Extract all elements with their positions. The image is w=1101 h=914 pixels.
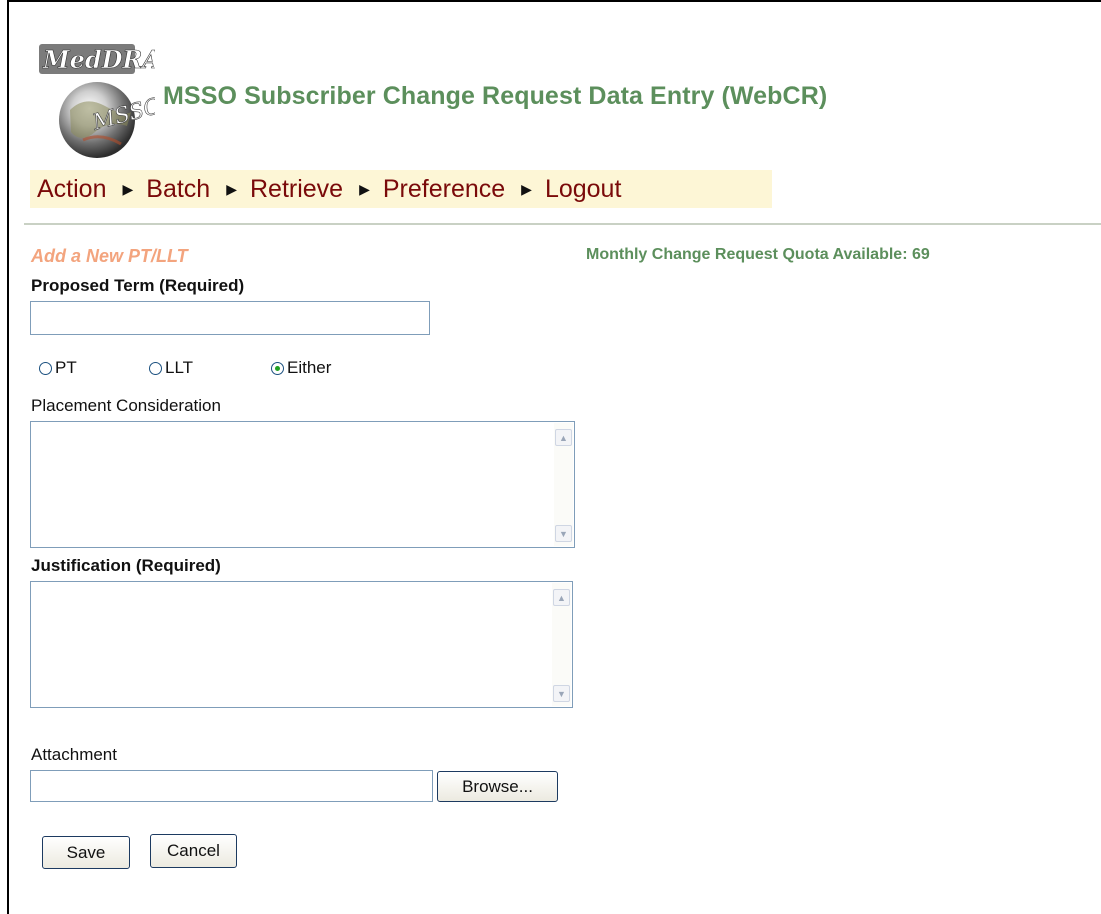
app-title: MSSO Subscriber Change Request Data Entr… (163, 82, 828, 110)
placement-label: Placement Consideration (31, 396, 221, 415)
cancel-button[interactable]: Cancel (150, 834, 237, 868)
term-type-radio-group: PT LLT Either (39, 356, 331, 380)
radio-llt-label: LLT (165, 358, 194, 377)
radio-pt-label: PT (55, 358, 77, 377)
attachment-input[interactable] (30, 770, 433, 802)
scroll-up-icon[interactable]: ▲ (555, 429, 572, 446)
section-title: Add a New PT/LLT (31, 246, 188, 266)
nav-logout[interactable]: Logout (545, 175, 621, 204)
meddra-logo: MedDRA MSSO (39, 44, 155, 158)
proposed-term-label: Proposed Term (Required) (31, 276, 245, 295)
justification-textarea[interactable]: ▲ ▼ (30, 581, 573, 708)
triangle-right-icon: ▶ (226, 180, 237, 197)
radio-pt-circle[interactable] (39, 361, 52, 375)
nav-batch[interactable]: Batch (146, 175, 210, 204)
proposed-term-input[interactable] (30, 301, 430, 335)
radio-llt-circle[interactable] (149, 361, 162, 375)
radio-pt[interactable]: PT (39, 358, 149, 378)
save-button[interactable]: Save (42, 836, 130, 869)
justification-label: Justification (Required) (31, 556, 221, 575)
svg-text:MedDRA: MedDRA (42, 45, 155, 74)
quota-status: Monthly Change Request Quota Available: … (586, 246, 930, 263)
browse-button[interactable]: Browse... (437, 771, 558, 802)
placement-textarea[interactable]: ▲ ▼ (30, 421, 575, 548)
triangle-right-icon: ▶ (122, 180, 134, 197)
attachment-label: Attachment (31, 745, 117, 764)
nav-preference[interactable]: Preference (383, 175, 505, 204)
radio-llt[interactable]: LLT (149, 358, 271, 378)
scroll-down-icon[interactable]: ▼ (555, 525, 572, 542)
scroll-up-icon[interactable]: ▲ (553, 589, 570, 606)
radio-either-label: Either (287, 358, 332, 377)
placement-scrollbar[interactable]: ▲ ▼ (554, 423, 573, 546)
triangle-right-icon: ▶ (359, 180, 370, 197)
triangle-right-icon: ▶ (521, 180, 532, 197)
nav-action[interactable]: Action (37, 175, 106, 204)
header-divider (24, 223, 1101, 225)
nav-retrieve[interactable]: Retrieve (250, 175, 343, 204)
radio-either-circle[interactable] (271, 361, 284, 375)
main-nav: Action ▶ Batch ▶ Retrieve ▶ Preference ▶… (30, 170, 772, 208)
scroll-down-icon[interactable]: ▼ (553, 685, 570, 702)
justification-scrollbar[interactable]: ▲ ▼ (552, 583, 571, 706)
radio-either[interactable]: Either (271, 358, 331, 378)
